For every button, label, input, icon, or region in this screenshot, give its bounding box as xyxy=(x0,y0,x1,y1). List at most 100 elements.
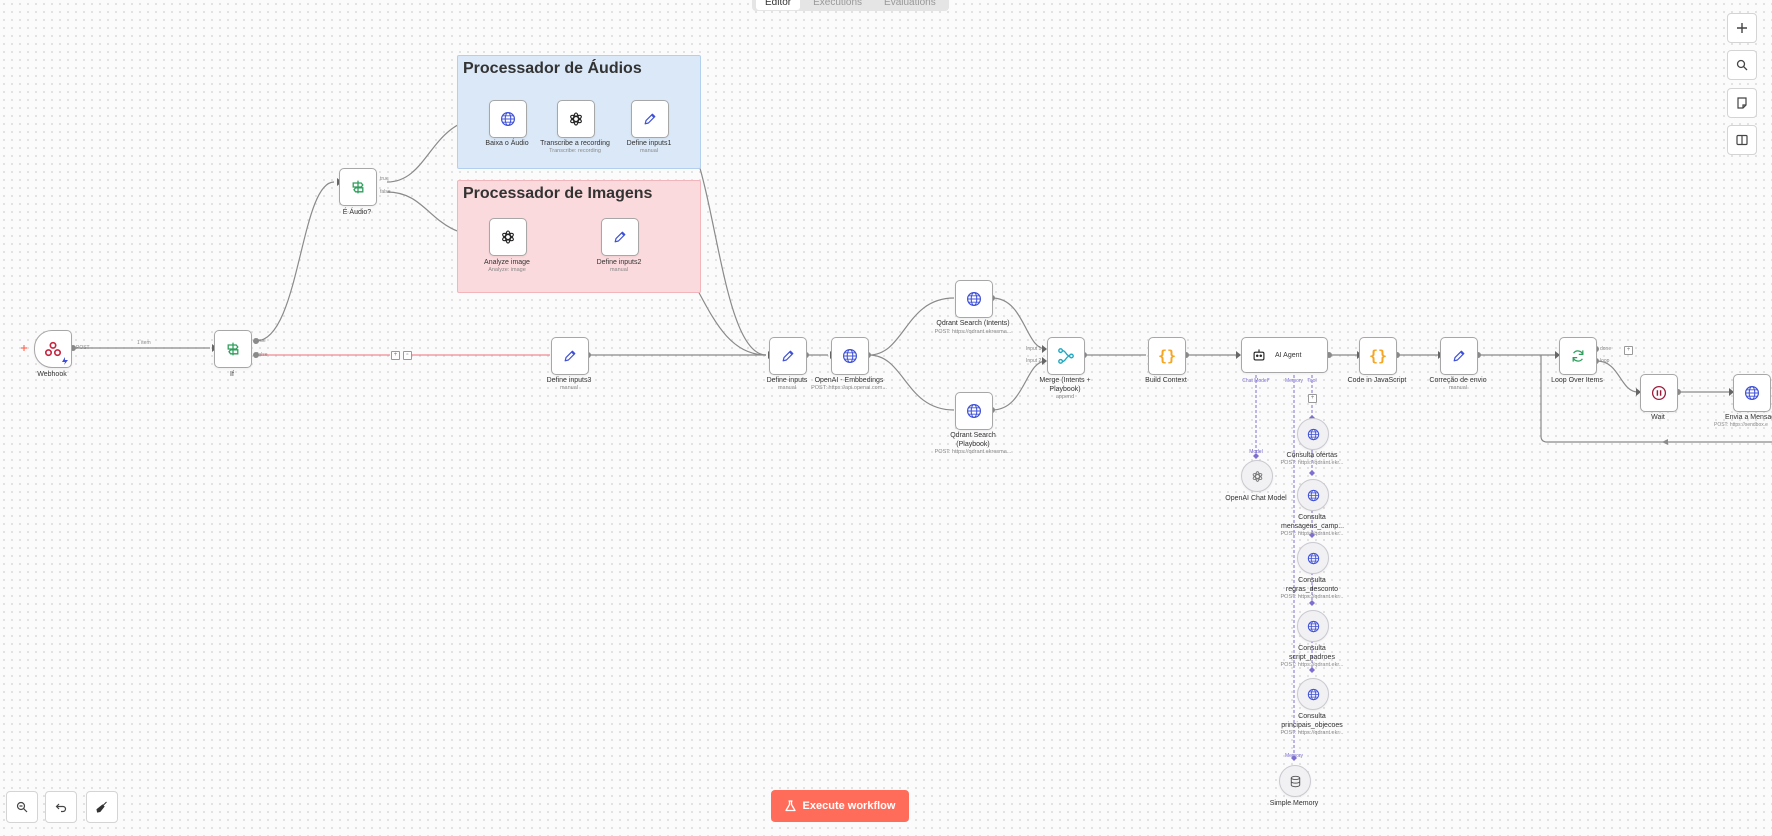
port-label: false xyxy=(257,352,268,358)
node-consulta-objecoes[interactable] xyxy=(1297,678,1329,710)
zoom-icon xyxy=(16,801,28,813)
globe-icon xyxy=(1307,489,1319,501)
edge-delete-button[interactable]: ▫ xyxy=(403,351,412,360)
node-ai-agent[interactable]: AI Agent xyxy=(1241,337,1328,373)
node-consulta-regras[interactable] xyxy=(1297,542,1329,574)
node-openai-chat-model[interactable] xyxy=(1241,460,1273,492)
node-label: É Áudio? xyxy=(342,209,372,216)
node-envia-mensagem[interactable] xyxy=(1733,374,1771,412)
node-define-inputs[interactable] xyxy=(769,337,807,375)
add-sticky-button[interactable] xyxy=(1727,88,1757,118)
pencil-icon xyxy=(614,231,626,243)
edge-item-count: 1 item xyxy=(137,340,151,346)
globe-icon xyxy=(843,349,857,363)
undo-icon xyxy=(55,803,67,813)
node-loop[interactable] xyxy=(1559,337,1597,375)
node-baixa-audio[interactable] xyxy=(489,100,527,138)
node-build-context[interactable]: {} xyxy=(1148,337,1186,375)
node-consulta-mensagens[interactable] xyxy=(1297,479,1329,511)
add-tool-button[interactable]: + xyxy=(1308,394,1317,403)
node-label: Webhook xyxy=(37,371,67,378)
search-nodes-button[interactable] xyxy=(1727,50,1757,80)
signpost-icon xyxy=(227,342,239,356)
node-correcao-envio[interactable] xyxy=(1440,337,1478,375)
add-node-button[interactable]: + xyxy=(1624,346,1633,355)
node-label: Loop Over Items xyxy=(1551,377,1603,384)
node-label: Consulta regras_desconto xyxy=(1285,577,1339,593)
node-subtitle: POST: https://qdrant.ekr... xyxy=(1280,730,1344,736)
tab-executions[interactable]: Executions xyxy=(804,0,871,10)
merge-icon xyxy=(1058,348,1074,364)
port-label: true xyxy=(380,176,389,182)
openai-icon xyxy=(502,230,514,244)
panel-icon xyxy=(1736,134,1748,146)
node-openai-embeddings[interactable] xyxy=(831,337,869,375)
execute-workflow-button[interactable]: Execute workflow xyxy=(771,790,909,822)
node-webhook[interactable] xyxy=(34,330,72,368)
node-if[interactable] xyxy=(214,330,252,368)
node-subtitle: manual xyxy=(777,385,797,391)
node-label: Build Context xyxy=(1145,377,1187,384)
undo-button[interactable] xyxy=(45,791,77,823)
edge-add-button[interactable]: + xyxy=(391,351,400,360)
node-transcribe[interactable] xyxy=(557,100,595,138)
node-label: AI Agent xyxy=(1275,351,1302,359)
add-node-panel-button[interactable] xyxy=(1727,13,1757,43)
node-define-inputs3[interactable] xyxy=(551,337,589,375)
node-e-audio[interactable] xyxy=(339,168,377,206)
node-label: Simple Memory xyxy=(1269,800,1319,807)
globe-icon xyxy=(1745,386,1759,400)
node-label: Consulta mensagens_camp... xyxy=(1281,514,1345,530)
node-subtitle: POST: https://sendbox.e xyxy=(1714,422,1768,428)
node-label: Qdrant Search (Intents) xyxy=(936,320,1010,327)
node-subtitle: POST: https://qdrant.ekr... xyxy=(1280,594,1344,600)
node-wait[interactable] xyxy=(1640,374,1678,412)
tab-evaluations[interactable]: Evaluations xyxy=(875,0,945,10)
node-subtitle: POST: https://qdrant.ekr... xyxy=(1280,531,1344,537)
node-define-inputs1[interactable] xyxy=(631,100,669,138)
globe-icon xyxy=(1307,688,1319,700)
node-simple-memory[interactable] xyxy=(1279,765,1311,797)
node-label: Baixa o Áudio xyxy=(485,140,529,147)
globe-icon xyxy=(967,292,981,306)
port-label: loop xyxy=(1600,358,1610,364)
toggle-panel-button[interactable] xyxy=(1727,125,1757,155)
node-label: Code in JavaScript xyxy=(1347,377,1407,384)
node-subtitle: POST: https://qdrant.ekr... xyxy=(1280,662,1344,668)
node-subtitle: Transcribe: recording xyxy=(549,148,601,154)
tidy-up-button[interactable] xyxy=(86,791,118,823)
node-label: Qdrant Search (Playbook) xyxy=(950,432,996,448)
node-define-inputs2[interactable] xyxy=(601,218,639,256)
execute-workflow-label: Execute workflow xyxy=(802,800,896,812)
globe-icon xyxy=(1307,428,1319,440)
tab-editor[interactable]: Editor xyxy=(756,0,801,10)
port-label: Input 1 xyxy=(1026,346,1042,352)
port-label: Input 2 xyxy=(1026,358,1042,364)
pencil-icon xyxy=(782,350,794,362)
search-icon xyxy=(1736,59,1748,71)
port-label: POST xyxy=(76,345,90,351)
zoom-button[interactable] xyxy=(6,791,38,823)
pencil-icon xyxy=(644,113,656,125)
openai-icon xyxy=(570,112,582,126)
node-label: If xyxy=(230,371,234,378)
node-subtitle: Analyze: image xyxy=(488,267,526,273)
node-consulta-ofertas[interactable] xyxy=(1297,418,1329,450)
node-label: Consulta script_padroes xyxy=(1289,645,1335,661)
node-qdrant-intents[interactable] xyxy=(955,280,993,318)
node-subtitle: POST: https://qdrant.ekr... xyxy=(1280,460,1344,466)
node-consulta-script[interactable] xyxy=(1297,610,1329,642)
node-analyze-image[interactable] xyxy=(489,218,527,256)
bolt-icon xyxy=(62,357,68,365)
node-subtitle: manual xyxy=(639,148,659,154)
port-label: Memory xyxy=(1284,753,1304,759)
node-subtitle: manual xyxy=(559,385,579,391)
port-label: Chat Model* xyxy=(1242,378,1270,384)
node-qdrant-playbook[interactable] xyxy=(955,392,993,430)
node-merge[interactable] xyxy=(1047,337,1085,375)
node-subtitle: append xyxy=(1055,394,1075,400)
node-label: Wait xyxy=(1651,414,1665,421)
globe-icon xyxy=(1307,552,1319,564)
node-code-js[interactable]: {} xyxy=(1359,337,1397,375)
signpost-icon xyxy=(352,180,364,194)
